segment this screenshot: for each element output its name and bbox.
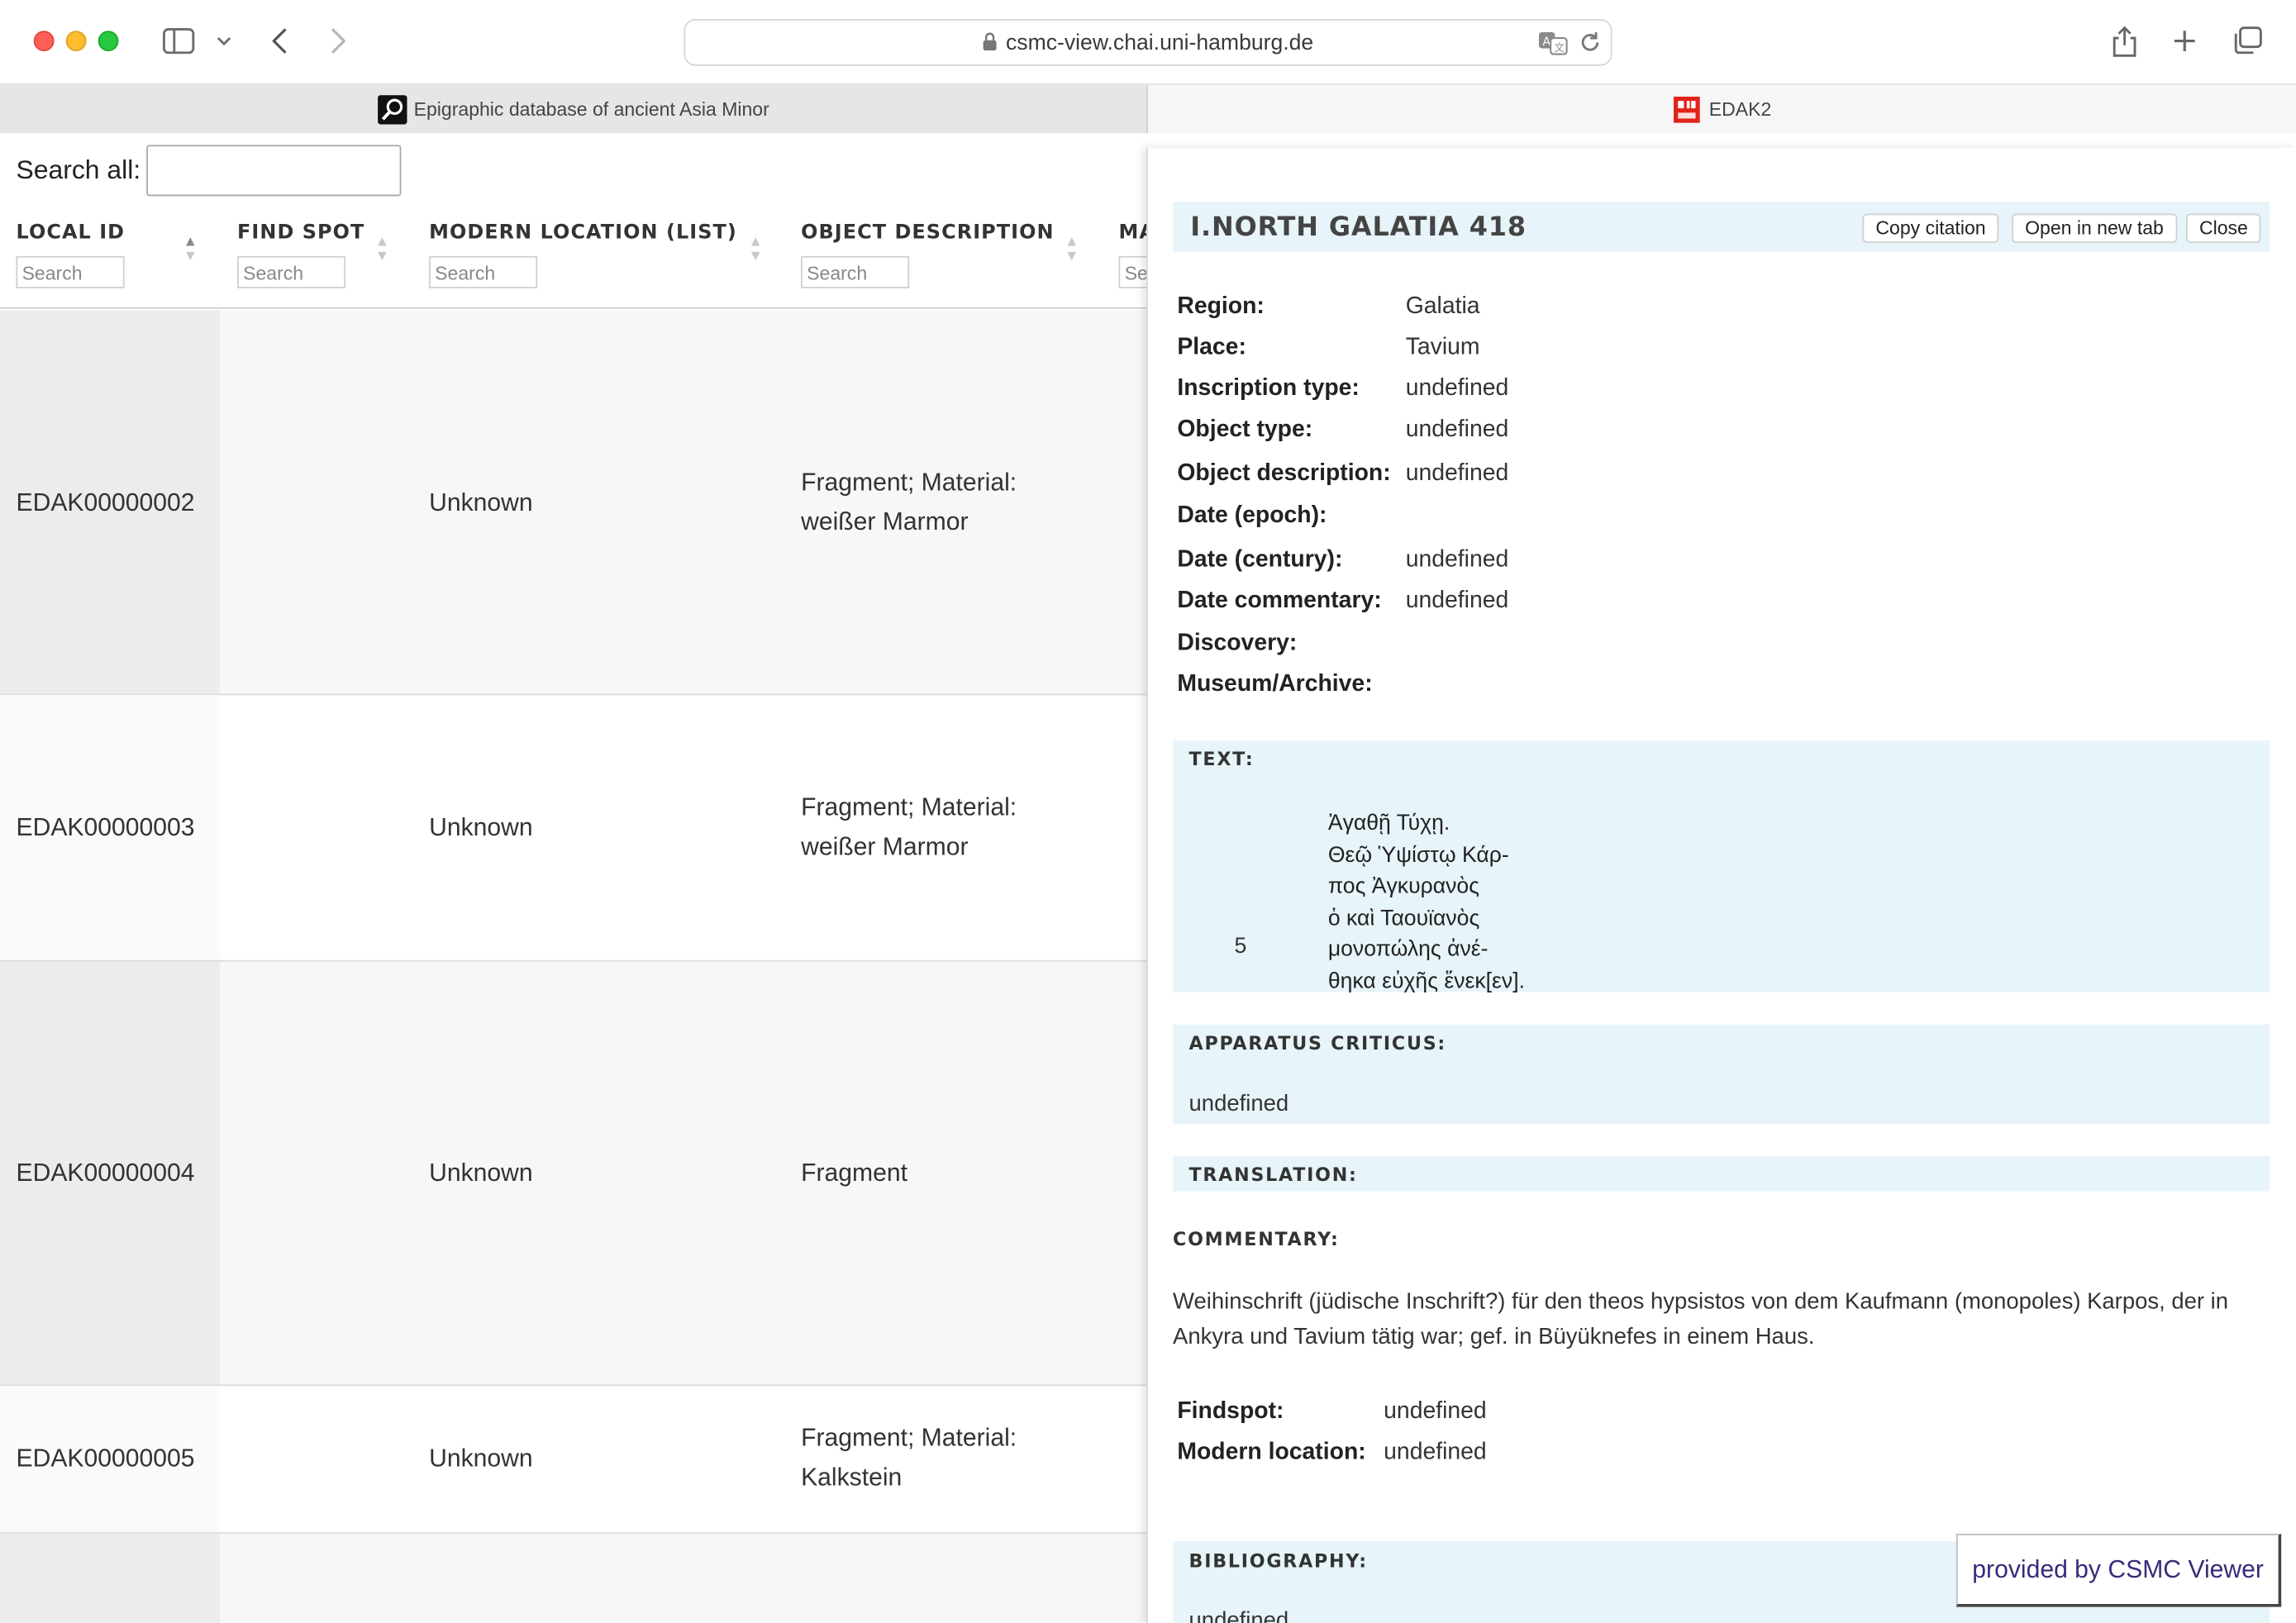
modern-location-cell: Unknown bbox=[429, 488, 533, 517]
modern-location-cell: Unknown bbox=[429, 1444, 533, 1473]
column-object-description[interactable]: OBJECT DESCRIPTION ▲▼ bbox=[801, 209, 1093, 308]
column-material[interactable]: MA bbox=[1118, 209, 1148, 308]
sort-icon[interactable]: ▲ ▼ bbox=[182, 235, 199, 264]
object-description-cell: Fragment; Material: Kalkstein bbox=[801, 1418, 1017, 1497]
id-cell-bg bbox=[0, 1534, 220, 1623]
browser-toolbar: csmc-view.chai.uni-hamburg.de A文 bbox=[0, 0, 2296, 85]
sidebar-icon[interactable] bbox=[161, 23, 197, 59]
sort-icon[interactable]: ▲ ▼ bbox=[747, 235, 765, 264]
modern-location-search-input[interactable] bbox=[429, 255, 538, 288]
object-description-line: weißer Marmor bbox=[801, 832, 969, 861]
object-description-cell: Fragment bbox=[801, 1154, 907, 1193]
chevron-down-icon[interactable] bbox=[214, 23, 235, 59]
findspot-label: Findspot: bbox=[1177, 1399, 1284, 1425]
object-description-cell: Fragment; Material: weißer Marmor bbox=[801, 463, 1017, 542]
search-all-label: Search all: bbox=[16, 155, 141, 185]
sort-icon[interactable]: ▲ ▼ bbox=[374, 235, 391, 264]
zoom-window-button[interactable] bbox=[98, 31, 119, 51]
inscription-detail-panel: I.NORTH GALATIA 418 Copy citation Open i… bbox=[1146, 147, 2296, 1623]
tab-edak2[interactable]: EDAK2 bbox=[1147, 84, 2296, 134]
object-description-cell: Fragment; Material: weißer Marmor bbox=[801, 788, 1017, 867]
share-icon[interactable] bbox=[2110, 23, 2139, 59]
tab-overview-icon[interactable] bbox=[2232, 23, 2264, 59]
search-all-input[interactable] bbox=[146, 145, 402, 197]
address-bar[interactable]: csmc-view.chai.uni-hamburg.de A文 bbox=[684, 19, 1612, 66]
local-id-cell: EDAK00000002 bbox=[16, 488, 195, 517]
table-row[interactable]: EDAK00000002 Unknown Fragment; Material:… bbox=[0, 310, 1148, 696]
modern-location-value: undefined bbox=[1384, 1440, 1487, 1465]
bibliography-value: undefined bbox=[1188, 1608, 1289, 1623]
section-heading: BIBLIOGRAPHY: bbox=[1188, 1549, 1368, 1573]
local-id-search-input[interactable] bbox=[16, 255, 125, 288]
magnifier-favicon-icon bbox=[377, 94, 407, 124]
object-description-search-input[interactable] bbox=[801, 255, 910, 288]
forward-icon[interactable] bbox=[325, 23, 351, 59]
back-icon[interactable] bbox=[266, 23, 293, 59]
svg-text:文: 文 bbox=[1555, 41, 1565, 54]
tab-bar: Epigraphic database of ancient Asia Mino… bbox=[0, 84, 2296, 134]
find-spot-search-input[interactable] bbox=[236, 255, 346, 288]
search-all: Search all: bbox=[16, 145, 402, 197]
table-row[interactable]: EDAK00000003 Unknown Fragment; Material:… bbox=[0, 695, 1148, 962]
tab-epigraphic-database[interactable]: Epigraphic database of ancient Asia Mino… bbox=[0, 84, 1148, 134]
column-label: MA bbox=[1118, 221, 1148, 245]
translate-icon[interactable]: A文 bbox=[1537, 29, 1570, 63]
column-label: FIND SPOT bbox=[236, 221, 365, 245]
material-search-input[interactable] bbox=[1118, 255, 1148, 288]
modern-location-cell: Unknown bbox=[429, 1159, 533, 1188]
minimize-window-button[interactable] bbox=[65, 31, 87, 51]
object-description-line: Kalkstein bbox=[801, 1464, 903, 1492]
local-id-cell: EDAK00000004 bbox=[16, 1159, 195, 1188]
svg-text:A: A bbox=[1542, 36, 1551, 49]
column-label: LOCAL ID bbox=[16, 221, 126, 245]
browser-window: csmc-view.chai.uni-hamburg.de A文 Epigrap… bbox=[0, 0, 2296, 1623]
column-modern-location[interactable]: MODERN LOCATION (LIST) ▲▼ bbox=[429, 209, 780, 308]
location-fields: Findspot: undefined Modern location: und… bbox=[1177, 148, 2260, 1494]
column-find-spot[interactable]: FIND SPOT ▲▼ bbox=[236, 209, 413, 308]
provided-by-text: provided by CSMC Viewer bbox=[1972, 1554, 2264, 1583]
modern-location-cell: Unknown bbox=[429, 813, 533, 842]
tab-label: EDAK2 bbox=[1708, 98, 1772, 121]
results-table-area: Search all: LOCAL ID ▲▼ FIND SPOT ▲▼ MOD… bbox=[0, 133, 1148, 1623]
url-text: csmc-view.chai.uni-hamburg.de bbox=[1006, 31, 1314, 56]
local-id-cell: EDAK00000003 bbox=[16, 813, 195, 842]
modern-location-label: Modern location: bbox=[1177, 1440, 1366, 1465]
object-description-line: weißer Marmor bbox=[801, 507, 969, 536]
table-row[interactable] bbox=[0, 1534, 1148, 1623]
object-description-line: Fragment; Material: bbox=[801, 1424, 1017, 1452]
new-tab-icon[interactable] bbox=[2170, 23, 2199, 59]
object-description-line: Fragment; Material: bbox=[801, 468, 1017, 497]
reload-icon[interactable] bbox=[1579, 31, 1602, 61]
close-window-button[interactable] bbox=[33, 31, 55, 51]
object-description-line: Fragment bbox=[801, 1159, 907, 1188]
lock-icon bbox=[983, 32, 998, 57]
table-row[interactable]: EDAK00000004 Unknown Fragment bbox=[0, 961, 1148, 1387]
table-row[interactable]: EDAK00000005 Unknown Fragment; Material:… bbox=[0, 1386, 1148, 1535]
local-id-cell: EDAK00000005 bbox=[16, 1444, 195, 1473]
column-local-id[interactable]: LOCAL ID ▲▼ bbox=[16, 209, 221, 308]
table-header: LOCAL ID ▲▼ FIND SPOT ▲▼ MODERN LOCATION… bbox=[0, 209, 1148, 309]
tab-label: Epigraphic database of ancient Asia Mino… bbox=[413, 98, 769, 121]
provided-by-badge[interactable]: provided by CSMC Viewer bbox=[1955, 1534, 2282, 1607]
object-description-line: Fragment; Material: bbox=[801, 792, 1017, 821]
uhh-logo-favicon-icon bbox=[1672, 94, 1701, 123]
sort-icon[interactable]: ▲ ▼ bbox=[1063, 235, 1080, 264]
column-label: OBJECT DESCRIPTION bbox=[801, 221, 1055, 245]
column-label: MODERN LOCATION (LIST) bbox=[429, 221, 737, 245]
findspot-value: undefined bbox=[1384, 1399, 1487, 1425]
